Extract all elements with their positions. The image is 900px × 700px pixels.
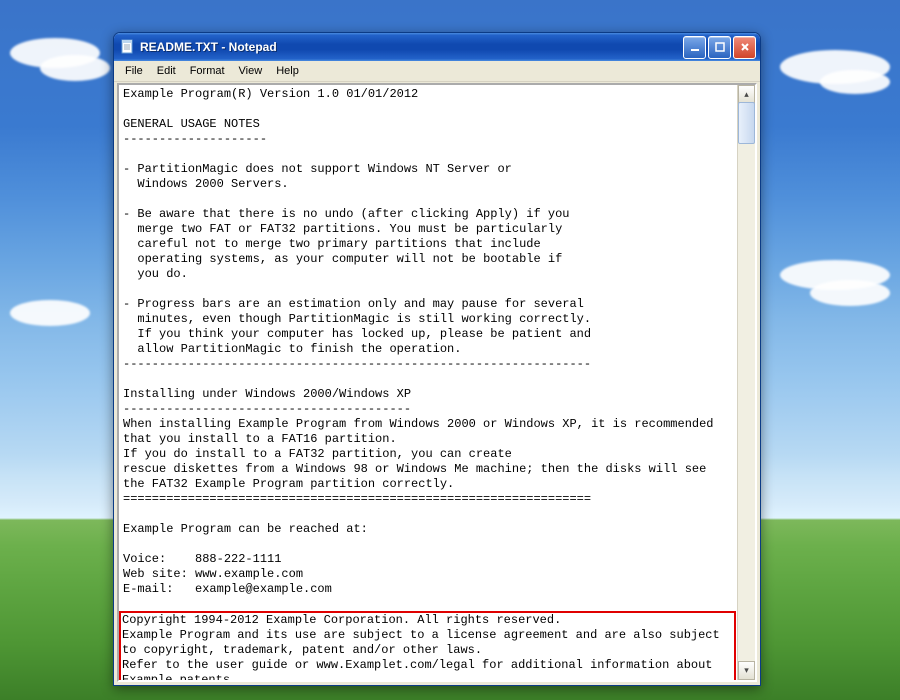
- text-line: Example Program(R) Version 1.0 01/01/201…: [123, 87, 418, 101]
- menu-help[interactable]: Help: [269, 63, 306, 79]
- window-title: README.TXT - Notepad: [140, 40, 683, 54]
- chevron-up-icon: ▴: [744, 89, 749, 100]
- text-line: - PartitionMagic does not support Window…: [123, 162, 512, 191]
- window-controls: [683, 36, 756, 59]
- document-text[interactable]: Example Program(R) Version 1.0 01/01/201…: [119, 85, 737, 680]
- scroll-down-button[interactable]: ▾: [738, 661, 755, 680]
- notepad-window: README.TXT - Notepad File Edit Fo: [113, 32, 761, 686]
- close-icon: [740, 42, 750, 52]
- minimize-button[interactable]: [683, 36, 706, 59]
- text-line: ========================================…: [123, 492, 591, 506]
- editor-area: Example Program(R) Version 1.0 01/01/201…: [117, 83, 757, 682]
- text-line: ----------------------------------------…: [123, 357, 591, 371]
- text-line: Installing under Windows 2000/Windows XP: [123, 387, 411, 401]
- text-line: --------------------: [123, 132, 267, 146]
- close-button[interactable]: [733, 36, 756, 59]
- minimize-icon: [690, 42, 700, 52]
- menu-view[interactable]: View: [232, 63, 270, 79]
- text-line: ----------------------------------------: [123, 402, 411, 416]
- text-line: Voice: 888-222-1111: [123, 552, 281, 566]
- text-line: GENERAL USAGE NOTES: [123, 117, 260, 131]
- desktop-wallpaper: README.TXT - Notepad File Edit Fo: [0, 0, 900, 700]
- text-line: When installing Example Program from Win…: [123, 417, 721, 491]
- menu-edit[interactable]: Edit: [150, 63, 183, 79]
- menubar: File Edit Format View Help: [114, 61, 760, 82]
- text-line: Example Program can be reached at:: [123, 522, 368, 536]
- text-editor[interactable]: Example Program(R) Version 1.0 01/01/201…: [119, 85, 737, 680]
- text-line: Copyright 1994-2012 Example Corporation.…: [122, 613, 727, 680]
- maximize-button[interactable]: [708, 36, 731, 59]
- text-line: - Be aware that there is no undo (after …: [123, 207, 569, 281]
- text-line: Web site: www.example.com: [123, 567, 303, 581]
- text-line: E-mail: example@example.com: [123, 582, 332, 596]
- highlighted-legal-block: Copyright 1994-2012 Example Corporation.…: [120, 612, 735, 680]
- maximize-icon: [715, 42, 725, 52]
- vertical-scrollbar[interactable]: ▴ ▾: [737, 85, 755, 680]
- notepad-icon: [120, 39, 136, 55]
- menu-format[interactable]: Format: [183, 63, 232, 79]
- menu-file[interactable]: File: [118, 63, 150, 79]
- titlebar[interactable]: README.TXT - Notepad: [114, 33, 760, 61]
- text-line: - Progress bars are an estimation only a…: [123, 297, 591, 356]
- chevron-down-icon: ▾: [744, 665, 749, 676]
- scroll-thumb[interactable]: [738, 102, 755, 144]
